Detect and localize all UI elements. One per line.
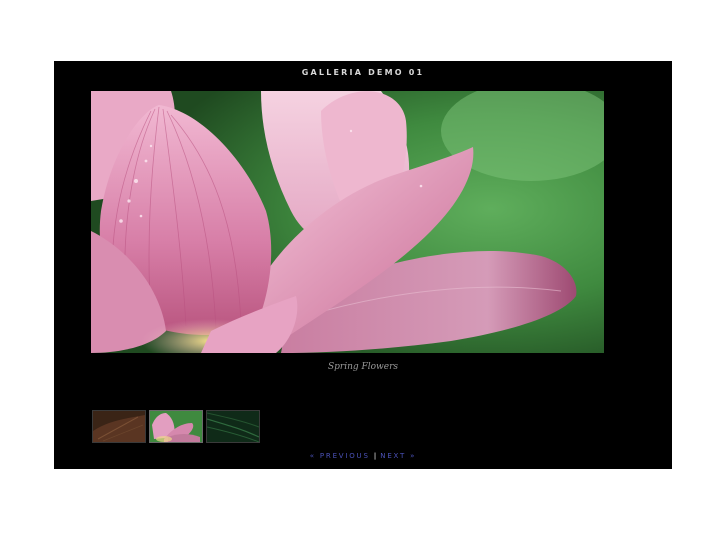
green-leaf-thumbnail[interactable] [206,410,260,443]
lotus-flower-thumbnail[interactable] [149,410,203,443]
next-link[interactable]: NEXT » [380,452,416,460]
pagination-nav: « PREVIOUS | NEXT » [54,452,672,460]
brown-leaf-thumbnail[interactable] [92,410,146,443]
nav-separator: | [373,452,377,460]
image-caption: Spring Flowers [327,362,399,372]
main-image[interactable] [91,91,604,353]
gallery-title: GALLERIA DEMO 01 [301,68,425,77]
previous-link[interactable]: « PREVIOUS [310,452,370,460]
gallery-panel: GALLERIA DEMO 01 Spring Flowers « PREVIO… [54,61,672,469]
